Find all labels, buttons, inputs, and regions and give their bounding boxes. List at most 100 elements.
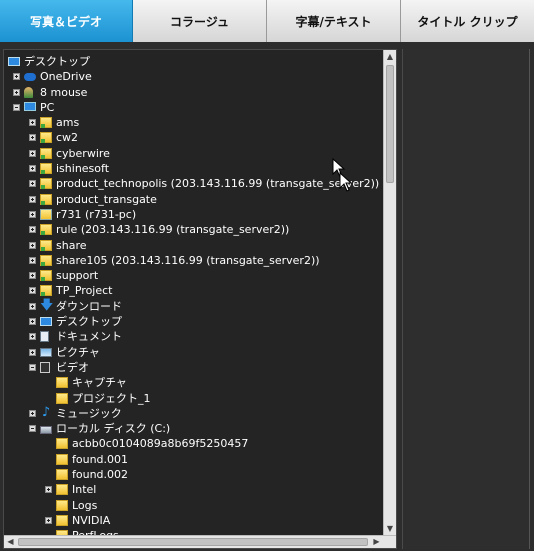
tree-item[interactable]: OneDrive [4, 69, 382, 84]
music-icon: ♪ [41, 404, 51, 420]
tree-item[interactable]: Logs [4, 498, 382, 513]
file-preview-pane[interactable] [402, 49, 530, 549]
collapse-icon[interactable] [13, 103, 20, 111]
tree-item-label: ローカル ディスク (C:) [56, 422, 171, 436]
mouse-cursor-icon [339, 172, 353, 192]
tree-item[interactable]: product_technopolis (203.143.116.99 (tra… [4, 176, 382, 191]
network-folder-icon [40, 239, 52, 251]
tree-item[interactable]: cw2 [4, 130, 382, 145]
expand-icon[interactable] [29, 180, 36, 188]
scroll-right-arrow-icon[interactable]: ▶ [370, 536, 383, 548]
tree-item[interactable]: rule (203.143.116.99 (transgate_server2)… [4, 222, 382, 237]
scroll-down-arrow-icon[interactable]: ▼ [384, 522, 396, 535]
folder-icon [56, 438, 68, 450]
tree-item-label: r731 (r731-pc) [56, 207, 137, 221]
expand-icon[interactable] [29, 333, 36, 341]
tree-item[interactable]: PC [4, 100, 382, 115]
tree-item[interactable]: キャプチャ [4, 375, 382, 390]
tree-item-label: プロジェクト_1 [72, 391, 151, 405]
scroll-left-arrow-icon[interactable]: ◀ [4, 536, 17, 548]
tree-item[interactable]: ビデオ [4, 360, 382, 375]
tree-item-label: cw2 [56, 131, 79, 145]
tab-title-clips[interactable]: タイトル クリップ [401, 0, 534, 42]
network-folder-icon [40, 147, 52, 159]
expand-icon[interactable] [29, 210, 36, 218]
tree-item-label: TP_Project [56, 284, 113, 298]
expand-icon[interactable] [29, 134, 36, 142]
tree-item[interactable]: ♪ ミュージック [4, 406, 382, 421]
tree-item[interactable]: found.001 [4, 452, 382, 467]
drive-icon [40, 426, 52, 435]
tree-item[interactable]: ローカル ディスク (C:) [4, 421, 382, 436]
tree-item[interactable]: product_transgate [4, 192, 382, 207]
tree-item[interactable]: found.002 [4, 467, 382, 482]
tree-item-label: PC [40, 100, 55, 114]
horizontal-scroll-thumb[interactable] [18, 538, 368, 546]
tree-item[interactable]: share [4, 238, 382, 253]
tree-item[interactable]: NVIDIA [4, 513, 382, 528]
expand-icon[interactable] [29, 256, 36, 264]
tree-item-label: found.002 [72, 468, 129, 482]
expand-icon[interactable] [13, 88, 20, 96]
expand-icon[interactable] [29, 226, 36, 234]
tree-item-label: ミュージック [56, 406, 122, 420]
tree-item[interactable]: プロジェクト_1 [4, 391, 382, 406]
tree-item-label: Logs [72, 498, 98, 512]
collapse-icon[interactable] [29, 363, 36, 371]
cloud-icon [24, 73, 36, 82]
tree-item[interactable]: support [4, 268, 382, 283]
expand-icon[interactable] [45, 486, 52, 494]
vertical-scrollbar[interactable]: ▲ ▼ [383, 50, 396, 535]
expand-icon[interactable] [29, 195, 36, 203]
folder-icon [56, 453, 68, 465]
tree-item-label: OneDrive [40, 70, 92, 84]
tab-subtitles-text[interactable]: 字幕/テキスト [267, 0, 401, 42]
expand-icon[interactable] [29, 287, 36, 295]
expand-icon[interactable] [29, 241, 36, 249]
expand-icon[interactable] [29, 165, 36, 173]
expand-icon[interactable] [29, 149, 36, 157]
tree-item[interactable]: ピクチャ [4, 345, 382, 360]
tab-collage[interactable]: コラージュ [133, 0, 267, 42]
expand-icon[interactable] [45, 516, 52, 524]
tree-item-label: ドキュメント [56, 330, 122, 344]
network-folder-icon [40, 285, 52, 297]
network-folder-icon [40, 132, 52, 144]
vertical-scroll-thumb[interactable] [386, 65, 394, 183]
tree-item-label: support [56, 269, 99, 283]
tab-photos-videos[interactable]: 写真＆ビデオ [0, 0, 133, 42]
tree-item-label: キャプチャ [72, 376, 127, 390]
expand-icon[interactable] [29, 348, 36, 356]
tree-item[interactable]: ドキュメント [4, 329, 382, 344]
tree-item[interactable]: share105 (203.143.116.99 (transgate_serv… [4, 253, 382, 268]
tree-item[interactable]: 8 mouse [4, 85, 382, 100]
tree-item[interactable]: cyberwire [4, 146, 382, 161]
tree-item[interactable]: r731 (r731-pc) [4, 207, 382, 222]
folder-icon [56, 499, 68, 511]
user-icon [24, 86, 33, 98]
collapse-icon[interactable] [29, 425, 36, 433]
document-icon [40, 331, 49, 343]
tree-item[interactable]: Intel [4, 482, 382, 497]
video-icon [40, 361, 50, 373]
network-computer-icon [40, 208, 52, 220]
expand-icon[interactable] [29, 318, 36, 326]
network-folder-icon [40, 178, 52, 190]
expand-icon[interactable] [29, 272, 36, 280]
tree-item[interactable]: ams [4, 115, 382, 130]
tree-item[interactable]: TP_Project [4, 283, 382, 298]
tree-item[interactable]: 🡇 ダウンロード [4, 299, 382, 314]
tree-item-label: ams [56, 116, 80, 130]
tree-item[interactable]: acbb0c0104089a8b69f5250457 [4, 436, 382, 451]
tree-item[interactable]: デスクトップ [4, 54, 382, 69]
scroll-up-arrow-icon[interactable]: ▲ [384, 50, 396, 63]
tree-item[interactable]: ishinesoft [4, 161, 382, 176]
computer-icon [24, 101, 36, 111]
tree-item[interactable]: デスクトップ [4, 314, 382, 329]
expand-icon[interactable] [29, 119, 36, 127]
horizontal-scrollbar[interactable]: ◀ ▶ [4, 535, 396, 548]
expand-icon[interactable] [29, 409, 36, 417]
network-folder-icon [40, 117, 52, 129]
expand-icon[interactable] [29, 302, 36, 310]
expand-icon[interactable] [13, 73, 20, 81]
